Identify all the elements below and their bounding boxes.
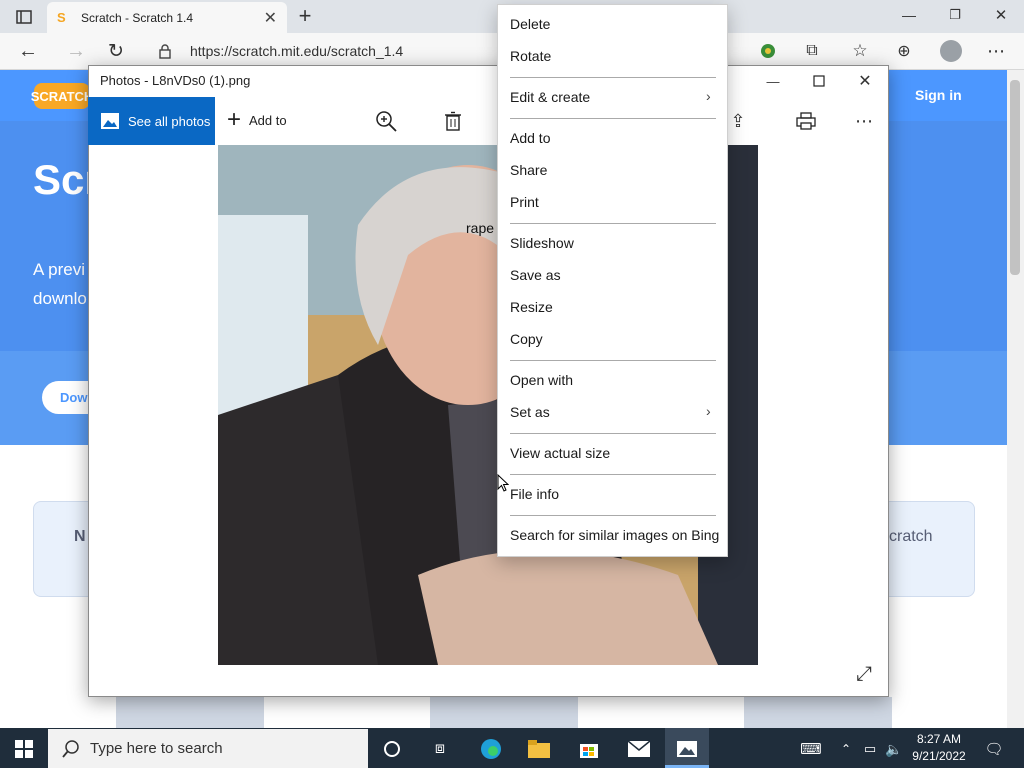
- add-to-label: Add to: [249, 112, 287, 128]
- notifications-icon[interactable]: 🗨: [982, 738, 1006, 760]
- new-tab-icon[interactable]: +: [294, 3, 316, 28]
- clock-date: 9/21/2022: [912, 749, 966, 763]
- close-browser-icon[interactable]: ✕: [990, 5, 1012, 25]
- browser-tab[interactable]: S Scratch - Scratch 1.4 ✕: [47, 2, 287, 33]
- photos-maximize-icon[interactable]: [808, 72, 830, 90]
- submenu-chevron-icon: ›: [706, 88, 711, 104]
- tray-chevron-icon[interactable]: ⌃: [838, 739, 854, 759]
- mouse-cursor-icon: [497, 473, 510, 497]
- download-label: Dow: [60, 390, 88, 405]
- clock[interactable]: 8:27 AM 9/21/2022: [908, 732, 970, 763]
- volume-muted-icon[interactable]: 🔈: [884, 739, 904, 759]
- profile-avatar[interactable]: [940, 40, 962, 62]
- info-card-left-text: N: [74, 528, 86, 545]
- menu-item-rotate[interactable]: Rotate: [510, 48, 551, 64]
- menu-item-resize[interactable]: Resize: [510, 299, 553, 315]
- scratch-favicon-icon: S: [57, 9, 66, 25]
- menu-separator: [510, 77, 716, 78]
- favorites-icon[interactable]: ☆: [850, 41, 870, 61]
- url-field[interactable]: https://scratch.mit.edu/scratch_1.4: [144, 38, 524, 64]
- photo-overlay-text: rape: [466, 220, 495, 236]
- menu-item-slideshow[interactable]: Slideshow: [510, 235, 574, 251]
- menu-separator: [510, 515, 716, 516]
- menu-item-search-bing[interactable]: Search for similar images on Bing: [510, 527, 719, 543]
- menu-item-copy[interactable]: Copy: [510, 331, 543, 347]
- photos-close-icon[interactable]: ✕: [854, 71, 876, 91]
- close-tab-icon[interactable]: ✕: [264, 8, 277, 28]
- menu-item-save-as[interactable]: Save as: [510, 267, 561, 283]
- forward-icon[interactable]: →: [64, 40, 88, 62]
- menu-item-delete[interactable]: Delete: [510, 16, 550, 32]
- share-icon[interactable]: ⇪: [727, 110, 749, 132]
- search-icon: [62, 739, 79, 758]
- photos-minimize-icon[interactable]: —: [762, 72, 784, 90]
- lock-icon: [159, 44, 171, 59]
- menu-separator: [510, 360, 716, 361]
- start-windows-icon[interactable]: [12, 738, 36, 760]
- menu-item-share[interactable]: Share: [510, 162, 547, 178]
- submenu-chevron-icon: ›: [706, 403, 711, 419]
- refresh-icon[interactable]: ↻: [104, 40, 128, 62]
- menu-item-set-as[interactable]: Set as: [510, 404, 550, 420]
- photos-gallery-icon: [101, 113, 119, 129]
- page-scrollbar-thumb[interactable]: [1010, 80, 1020, 275]
- sign-in-link[interactable]: Sign in: [915, 87, 962, 103]
- scratch-logo[interactable]: SCRATCH: [31, 83, 93, 109]
- photos-window-title: Photos - L8nVDs0 (1).png: [100, 73, 251, 88]
- file-explorer-icon[interactable]: [527, 738, 551, 760]
- hero-line-1: A previ: [33, 260, 85, 279]
- more-menu-icon[interactable]: ⋯: [986, 41, 1006, 61]
- delete-icon[interactable]: [442, 110, 464, 132]
- clock-time: 8:27 AM: [916, 732, 962, 746]
- add-to-button[interactable]: + Add to: [227, 106, 287, 133]
- extension-icon[interactable]: [758, 41, 778, 61]
- menu-item-file-info[interactable]: File info: [510, 486, 559, 502]
- taskbar-search-box[interactable]: Type here to search: [48, 729, 368, 768]
- search-placeholder: Type here to search: [90, 740, 223, 757]
- menu-item-open-with[interactable]: Open with: [510, 372, 573, 388]
- cortana-icon[interactable]: [381, 738, 403, 760]
- edge-icon[interactable]: [478, 737, 504, 761]
- keyboard-input-icon[interactable]: ⌨: [798, 739, 824, 759]
- menu-separator: [510, 223, 716, 224]
- minimize-browser-icon[interactable]: —: [898, 5, 920, 25]
- extensions-puzzle-icon[interactable]: ⧉: [802, 41, 822, 61]
- mail-icon[interactable]: [626, 738, 652, 760]
- hero-line-2: downlo: [33, 289, 87, 308]
- screenshot-thumb-2: [430, 697, 578, 728]
- store-icon[interactable]: [577, 737, 601, 761]
- screenshot-thumb-3: [744, 697, 892, 728]
- print-icon[interactable]: [795, 110, 817, 132]
- url-text: https://scratch.mit.edu/scratch_1.4: [190, 43, 404, 59]
- menu-separator: [510, 474, 716, 475]
- task-view-icon[interactable]: ⧈: [428, 738, 452, 760]
- menu-separator: [510, 118, 716, 119]
- network-icon[interactable]: ▭: [860, 739, 880, 759]
- restore-browser-icon[interactable]: ❐: [944, 5, 966, 25]
- menu-separator: [510, 433, 716, 434]
- fullscreen-icon[interactable]: ⤢: [852, 662, 876, 686]
- tab-actions-icon[interactable]: [14, 7, 34, 27]
- photos-app-icon: [675, 738, 699, 760]
- info-card-right-text: cratch: [889, 528, 933, 545]
- see-all-photos-label: See all photos: [128, 113, 211, 129]
- menu-item-print[interactable]: Print: [510, 194, 539, 210]
- see-all-photos-button[interactable]: See all photos: [88, 97, 215, 145]
- menu-item-view-actual-size[interactable]: View actual size: [510, 445, 610, 461]
- back-icon[interactable]: ←: [16, 40, 40, 62]
- collections-icon[interactable]: ⊕: [894, 41, 914, 61]
- menu-item-add-to[interactable]: Add to: [510, 130, 550, 146]
- zoom-icon[interactable]: [374, 110, 398, 132]
- screenshot-thumb-1: [116, 697, 264, 728]
- tab-title: Scratch - Scratch 1.4: [81, 10, 194, 25]
- plus-icon: +: [227, 106, 242, 133]
- photos-more-icon[interactable]: ⋯: [852, 110, 876, 132]
- menu-item-edit-create[interactable]: Edit & create: [510, 89, 590, 105]
